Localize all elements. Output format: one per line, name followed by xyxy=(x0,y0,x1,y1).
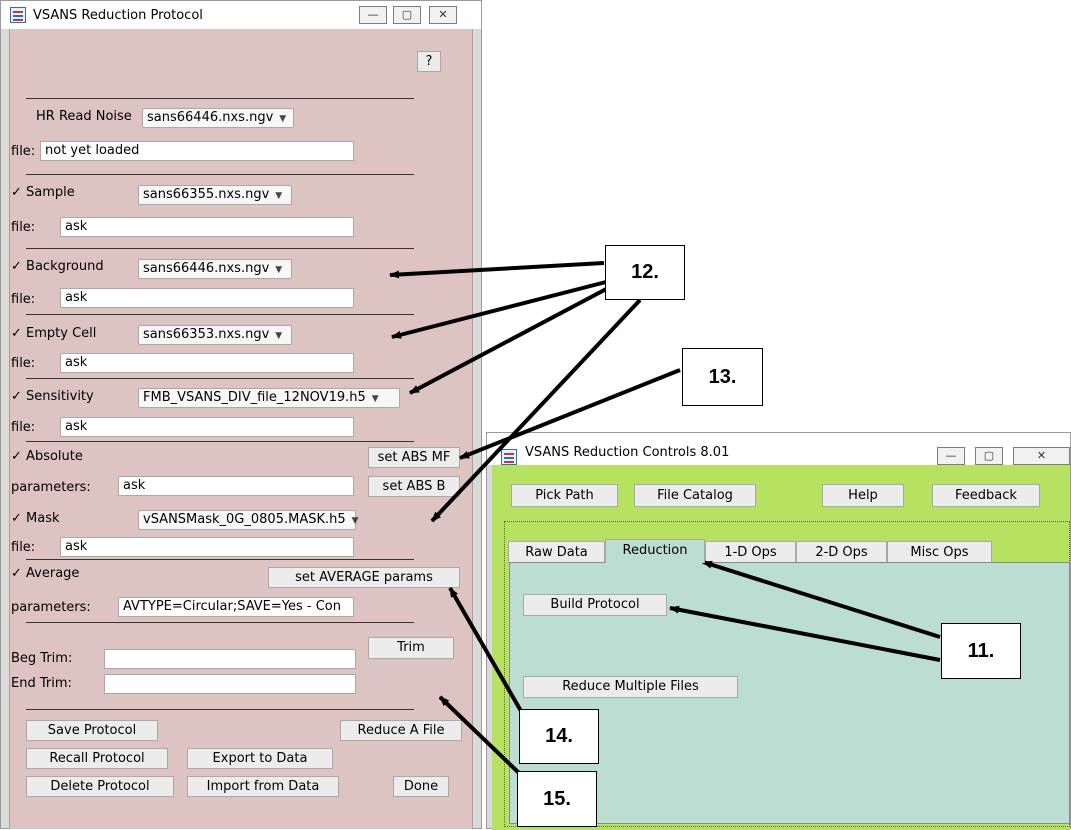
callout-12: 12. xyxy=(605,245,685,300)
callout-15: 15. xyxy=(517,771,597,827)
arrow-11-reduction-tab xyxy=(702,560,941,639)
annotation-arrows xyxy=(389,261,941,775)
arrow-13-abs-mf xyxy=(459,368,681,460)
arrow-12-sensitivity xyxy=(409,285,611,395)
arrow-12-background xyxy=(389,261,605,279)
callout-13: 13. xyxy=(682,348,763,406)
arrow-15-trim xyxy=(438,695,521,775)
callout-11: 11. xyxy=(941,623,1021,679)
callout-14: 14. xyxy=(519,709,599,764)
arrow-12-empty-cell xyxy=(391,280,607,339)
arrow-14-average xyxy=(448,587,527,719)
arrow-12-mask xyxy=(430,298,642,523)
arrow-11-build-protocol xyxy=(669,605,941,662)
tab-reduction[interactable]: Reduction xyxy=(605,539,705,563)
